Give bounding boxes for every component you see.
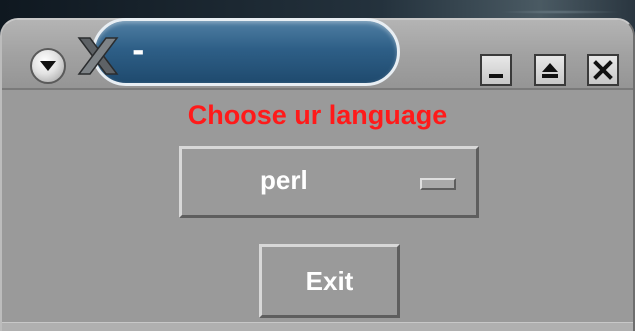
- window-menu-button[interactable]: [30, 48, 66, 84]
- maximize-button[interactable]: [534, 54, 566, 86]
- window-content: Choose ur language perl Exit: [2, 92, 633, 331]
- app-window: - Choose ur language perl Exit: [0, 18, 635, 331]
- window-title: -: [132, 34, 145, 69]
- window-bottom-edge: [2, 322, 633, 331]
- language-select[interactable]: perl: [179, 146, 479, 218]
- title-bar[interactable]: -: [2, 18, 633, 90]
- maximize-icon: [542, 63, 558, 78]
- language-select-value: perl: [260, 165, 308, 195]
- language-heading: Choose ur language: [187, 100, 448, 130]
- minimize-icon: [489, 74, 503, 78]
- exit-button[interactable]: Exit: [259, 244, 400, 318]
- option-menu-indicator-icon: [420, 178, 456, 190]
- x-logo-icon: [77, 37, 119, 75]
- minimize-button[interactable]: [480, 54, 512, 86]
- close-icon: [593, 60, 613, 80]
- close-button[interactable]: [587, 54, 619, 86]
- chevron-down-icon: [40, 61, 56, 71]
